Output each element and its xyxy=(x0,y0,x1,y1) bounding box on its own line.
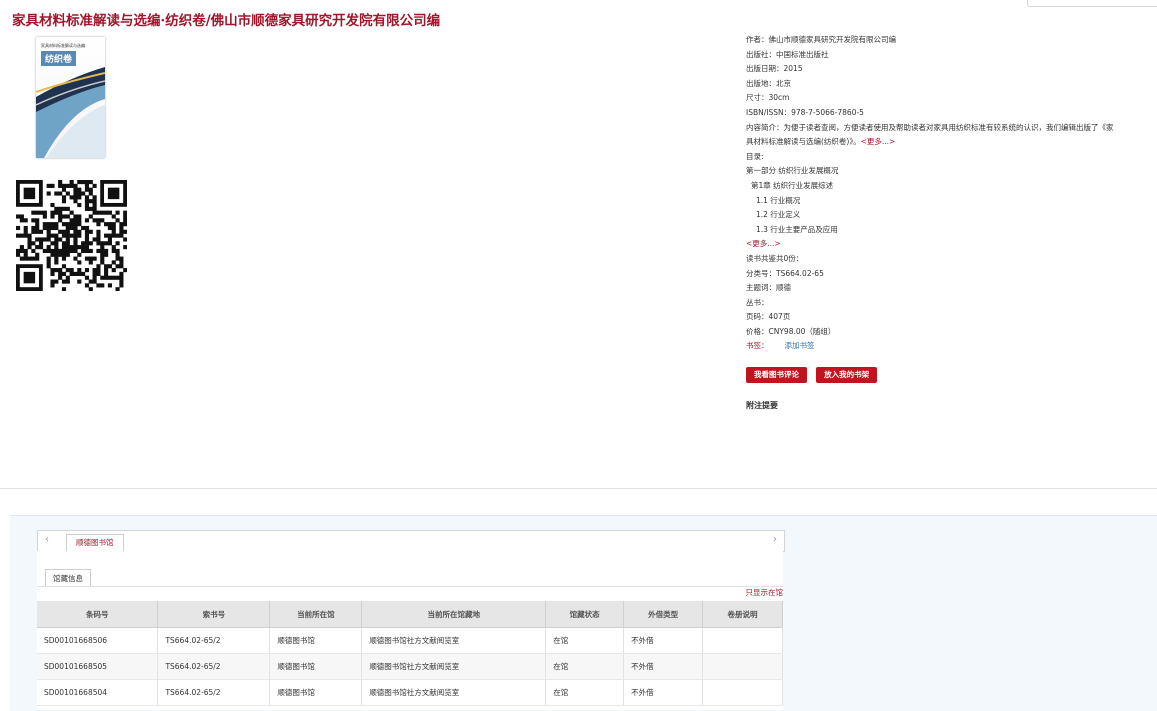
info-subject: 主题词：顺德 xyxy=(746,283,791,293)
chevron-right-icon[interactable]: › xyxy=(773,534,777,545)
qr-code xyxy=(16,180,127,291)
info-pages: 页码：407页 xyxy=(746,312,791,322)
info-class-no: 分类号：TS664.02-65 xyxy=(746,268,824,278)
cell-location: 顺德图书馆社方文献阅览室 xyxy=(361,653,547,680)
cell-call-number: TS664.02-65/2 xyxy=(157,679,271,706)
tab-library[interactable]: 顺德图书馆 xyxy=(66,534,124,551)
info-isbn: ISBN/ISSN：978-7-5066-7860-5 xyxy=(746,107,864,117)
toc-label: 目录: xyxy=(746,151,764,161)
holdings-table: 条码号 索书号 当前所在馆 当前所在馆藏地 馆藏状态 外借类型 卷册说明 SD0… xyxy=(37,601,783,706)
cell-loan-type: 不外借 xyxy=(623,627,704,654)
chevron-left-icon[interactable]: ‹ xyxy=(45,534,49,545)
cell-library: 顺德图书馆 xyxy=(269,627,363,654)
col-location: 当前所在馆藏地 xyxy=(361,601,547,628)
col-status: 馆藏状态 xyxy=(545,601,625,628)
cell-status: 在馆 xyxy=(545,679,625,706)
cell-barcode: SD00101668506 xyxy=(37,627,159,654)
cell-volume-note xyxy=(702,679,783,706)
cell-library: 顺德图书馆 xyxy=(269,653,363,680)
tab-holdings-info[interactable]: 馆藏信息 xyxy=(45,569,91,587)
cell-library: 顺德图书馆 xyxy=(269,679,363,706)
summary-text: 内容简介：为便于读者查阅，方便读者使用及帮助读者对家具用纺织标准有较系统的认识，… xyxy=(746,122,1114,147)
holdings-header-row: 条码号 索书号 当前所在馆 当前所在馆藏地 馆藏状态 外借类型 卷册说明 xyxy=(37,601,783,628)
only-available-link[interactable]: 只显示在馆 xyxy=(746,587,784,598)
cell-barcode: SD00101668504 xyxy=(37,679,159,706)
search-box[interactable] xyxy=(1027,0,1157,7)
library-tab-strip: ‹ 顺德图书馆 › xyxy=(37,530,785,552)
summary-more-link[interactable]: <更多...> xyxy=(861,137,896,146)
cell-call-number: TS664.02-65/2 xyxy=(157,653,271,680)
info-price: 价格：CNY98.00（随组） xyxy=(746,326,836,336)
col-barcode: 条码号 xyxy=(37,601,159,628)
col-call-number: 索书号 xyxy=(157,601,271,628)
cell-location: 顺德图书馆社方文献阅览室 xyxy=(361,627,547,654)
add-bookmark-link[interactable]: 添加书签 xyxy=(785,341,815,350)
cell-barcode: SD00101668505 xyxy=(37,653,159,680)
cell-volume-note xyxy=(702,627,783,654)
toc-item: 1.3 行业主要产品及应用 xyxy=(756,224,838,234)
add-to-shelf-button[interactable]: 放入我的书架 xyxy=(816,367,878,383)
toc-part: 第一部分 纺织行业发展概况 xyxy=(746,166,839,176)
book-title: 家具材料标准解读与选编·纺织卷/佛山市顺德家具研究开发院有限公司编 xyxy=(12,13,441,29)
toc-more-link[interactable]: <更多...> xyxy=(746,237,1116,252)
cover-art xyxy=(36,67,105,158)
book-info: 作者：佛山市顺德家具研究开发院有限公司编 出版社：中国标准出版社 出版日期：20… xyxy=(746,33,1116,354)
info-size: 尺寸：30cm xyxy=(746,93,790,103)
info-summary: 内容简介：为便于读者查阅，方便读者使用及帮助读者对家具用纺织标准有较系统的认识，… xyxy=(746,121,1116,150)
cell-call-number: TS664.02-65/2 xyxy=(157,627,271,654)
info-series: 丛书： xyxy=(746,297,769,307)
info-pub-date: 出版日期：2015 xyxy=(746,64,803,74)
section-divider xyxy=(0,488,1157,489)
cell-status: 在馆 xyxy=(545,653,625,680)
cell-loan-type: 不外借 xyxy=(623,653,704,680)
col-volume-note: 卷册说明 xyxy=(702,601,783,628)
table-row: SD00101668506 TS664.02-65/2 顺德图书馆 顺德图书馆社… xyxy=(37,627,783,654)
holdings-content: 馆藏信息 只显示在馆 条码号 索书号 当前所在馆 当前所在馆藏地 馆藏状态 外借… xyxy=(37,551,783,710)
table-row: SD00101668504 TS664.02-65/2 顺德图书馆 顺德图书馆社… xyxy=(37,679,783,706)
info-publisher: 出版社：中国标准出版社 xyxy=(746,49,829,59)
subtab-divider xyxy=(37,586,783,587)
info-pub-place: 出版地：北京 xyxy=(746,78,791,88)
cell-volume-note xyxy=(702,653,783,680)
col-library: 当前所在馆 xyxy=(269,601,363,628)
attach-note-heading: 附注提要 xyxy=(746,401,778,410)
bookmark-label: 书签： xyxy=(746,341,769,351)
info-author: 作者：佛山市顺德家具研究开发院有限公司编 xyxy=(746,35,896,44)
view-review-button[interactable]: 我看图书评论 xyxy=(746,367,807,383)
info-review-count: 读书共鉴共0份： xyxy=(746,253,804,263)
toc-chapter: 第1章 纺织行业发展综述 xyxy=(751,180,834,190)
toc-item: 1.2 行业定义 xyxy=(756,210,801,220)
table-row: SD00101668505 TS664.02-65/2 顺德图书馆 顺德图书馆社… xyxy=(37,653,783,680)
cell-status: 在馆 xyxy=(545,627,625,654)
book-cover-image: 家具材料标准解读与选编 纺织卷 xyxy=(36,37,105,158)
col-loan-type: 外借类型 xyxy=(623,601,704,628)
action-buttons: 我看图书评论 放入我的书架 xyxy=(746,362,881,383)
cell-location: 顺德图书馆社方文献阅览室 xyxy=(361,679,547,706)
cell-loan-type: 不外借 xyxy=(623,679,704,706)
toc-item: 1.1 行业概况 xyxy=(756,195,801,205)
